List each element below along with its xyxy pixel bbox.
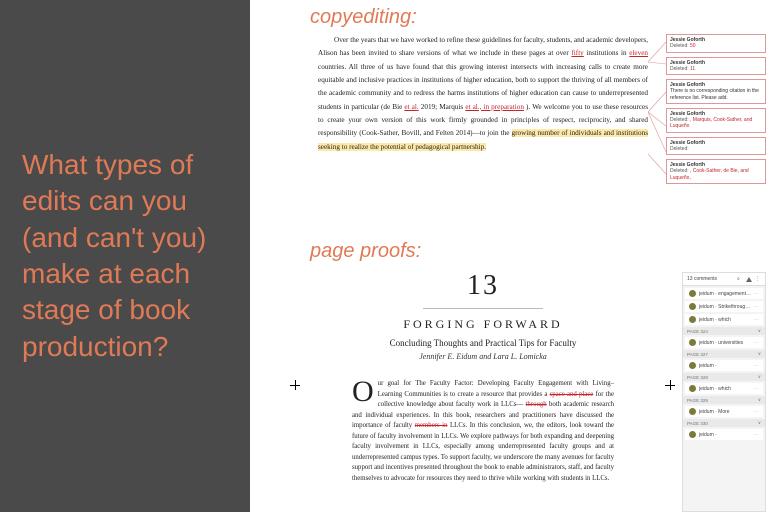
strikethrough-edit: members in	[415, 422, 448, 429]
comment-balloon[interactable]: Jessie GoforthDeleted: , Marquis, Cook-S…	[666, 108, 766, 133]
label-copyediting: copyediting:	[310, 6, 417, 29]
avatar	[689, 316, 696, 323]
comment-balloon[interactable]: Jessie GoforthThere is no corresponding …	[666, 79, 766, 104]
comment-item[interactable]: jeidum · Strikethrough Text⋯	[685, 301, 763, 312]
avatar	[689, 339, 696, 346]
comment-item[interactable]: jeidum · which⋯	[685, 314, 763, 325]
comments-page-divider: PAGE 330∨	[683, 419, 765, 427]
comments-page-divider: PAGE 328∨	[683, 373, 765, 381]
comments-page-divider: PAGE 327∨	[683, 350, 765, 358]
more-icon[interactable]: ⋯	[754, 317, 759, 323]
filter-icon[interactable]	[746, 276, 752, 282]
comment-item[interactable]: jeidum · which⋯	[685, 383, 763, 394]
comments-panel: 13 comments ⌕ ⋮ jeidum · engagement with…	[682, 272, 766, 512]
search-icon[interactable]: ⌕	[737, 276, 743, 282]
chapter-authors: Jennifer E. Eidum and Lara L. Lomicka	[308, 352, 658, 361]
menu-icon[interactable]: ⋮	[755, 276, 761, 282]
sidebar-heading: What types of edits can you (and can't y…	[22, 147, 228, 365]
comment-balloon[interactable]: Jessie GoforthDeleted:	[666, 137, 766, 156]
rule	[423, 308, 543, 309]
strikethrough-edit: space and place	[550, 391, 594, 398]
comment-item[interactable]: jeidum · engagement with⋯	[685, 288, 763, 299]
avatar	[689, 431, 696, 438]
avatar	[689, 385, 696, 392]
more-icon[interactable]: ⋯	[754, 340, 759, 346]
avatar	[689, 362, 696, 369]
comment-item[interactable]: jeidum · universities⋯	[685, 337, 763, 348]
comments-list: jeidum · engagement with⋯ jeidum · Strike…	[683, 288, 765, 440]
chapter-number: 13	[308, 270, 658, 302]
chapter-body: O ur goal for The Faculty Factor: Develo…	[308, 379, 658, 484]
avatar	[689, 290, 696, 297]
more-icon[interactable]: ⋯	[754, 291, 759, 297]
copyedit-manuscript: Over the years that we have worked to re…	[318, 34, 648, 224]
comment-balloon[interactable]: Jessie GoforthDeleted: 11	[666, 57, 766, 76]
comment-item[interactable]: jeidum · ⋯	[685, 429, 763, 440]
tracked-change: et al.	[404, 103, 418, 111]
chapter-title: FORGING FORWARD	[308, 317, 658, 332]
tracked-change: eleven	[629, 49, 648, 57]
drop-cap: O	[352, 379, 378, 405]
comments-page-divider: PAGE 324∨	[683, 327, 765, 335]
comment-balloon[interactable]: Jessie GoforthDeleted: 50	[666, 34, 766, 53]
comment-balloon[interactable]: Jessie GoforthDeleted: , Cook-Sather, de…	[666, 159, 766, 184]
comments-header: 13 comments ⌕ ⋮	[683, 273, 765, 286]
crop-mark-icon	[665, 380, 675, 390]
avatar	[689, 408, 696, 415]
more-icon[interactable]: ⋯	[754, 363, 759, 369]
avatar	[689, 303, 696, 310]
comments-page-divider: PAGE 329∨	[683, 396, 765, 404]
copyedit-paragraph: Over the years that we have worked to re…	[318, 34, 648, 154]
more-icon[interactable]: ⋯	[754, 409, 759, 415]
page-proof: 13 FORGING FORWARD Concluding Thoughts a…	[308, 268, 658, 512]
more-icon[interactable]: ⋯	[754, 386, 759, 392]
more-icon[interactable]: ⋯	[754, 304, 759, 310]
tracked-change: fifty	[571, 49, 583, 57]
comments-count: 13 comments	[687, 276, 717, 282]
crop-mark-icon	[290, 380, 300, 390]
tracked-change: et al., in preparation	[465, 103, 524, 111]
comment-item[interactable]: jeidum · More⋯	[685, 406, 763, 417]
chapter-subtitle: Concluding Thoughts and Practical Tips f…	[308, 338, 658, 348]
label-page-proofs: page proofs:	[310, 240, 421, 263]
more-icon[interactable]: ⋯	[754, 432, 759, 438]
content-area: copyediting: Over the years that we have…	[250, 0, 768, 512]
comment-item[interactable]: jeidum · ⋯	[685, 360, 763, 371]
sidebar: What types of edits can you (and can't y…	[0, 0, 250, 512]
strikethrough-edit: through	[526, 401, 547, 408]
comment-callouts: Jessie GoforthDeleted: 50 Jessie Goforth…	[666, 34, 766, 188]
